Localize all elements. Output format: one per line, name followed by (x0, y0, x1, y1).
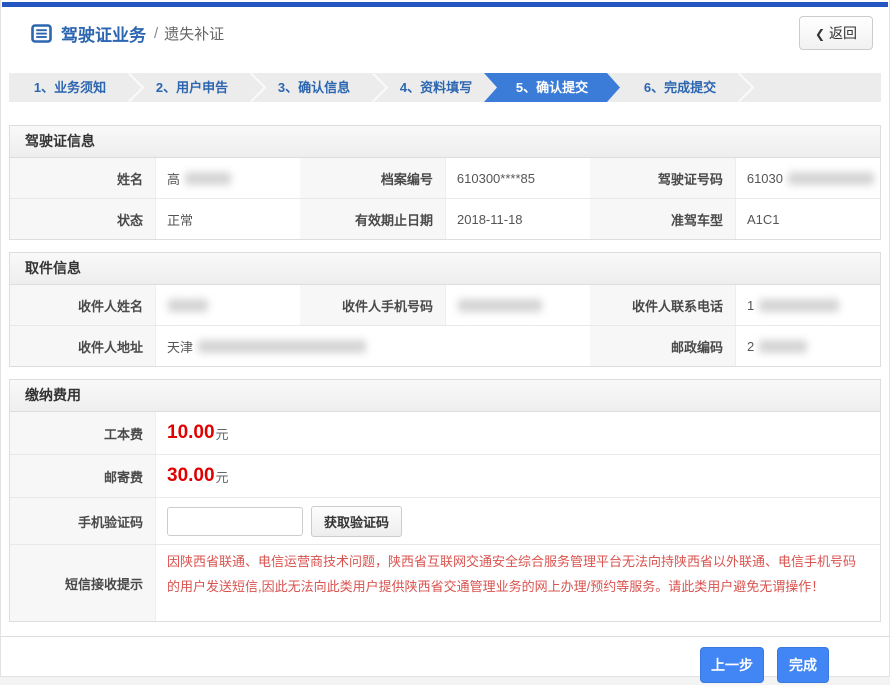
sms-notice-label: 短信接收提示 (10, 545, 155, 621)
sms-code-label: 手机验证码 (10, 498, 155, 544)
license-number-label: 驾驶证号码 (590, 158, 735, 198)
postage-fee-value: 30.00元 (155, 455, 880, 497)
file-number-label: 档案编号 (300, 158, 445, 198)
table-row: 收件人地址 天津 邮政编码 2 (10, 325, 880, 366)
name-value: 高 (155, 158, 300, 198)
recipient-name-value (155, 285, 300, 325)
production-fee-amount: 10.00 (167, 422, 215, 444)
status-value: 正常 (155, 199, 300, 239)
redacted-recipient-name (168, 299, 208, 312)
table-row: 收件人姓名 收件人手机号码 收件人联系电话 1 (10, 285, 880, 325)
vehicle-class-value: A1C1 (735, 199, 880, 239)
section-payment: 缴纳费用 工本费 10.00元 邮寄费 30.00元 手机验证码 获取验证码 短… (9, 379, 881, 622)
back-button-label: 返回 (829, 25, 857, 41)
recipient-address-label: 收件人地址 (10, 326, 155, 366)
table-row: 状态 正常 有效期止日期 2018-11-18 准驾车型 A1C1 (10, 198, 880, 239)
recipient-phone-value: 1 (735, 285, 880, 325)
chevron-left-icon: ❮ (815, 27, 825, 41)
step-1-business-notice: 1、业务须知 (9, 73, 131, 102)
sms-code-field-group: 获取验证码 (155, 498, 880, 544)
section-title-license: 驾驶证信息 (10, 126, 880, 158)
postage-fee-unit: 元 (216, 467, 229, 486)
page-container: 驾驶证业务 / 遗失补证 ❮ 返回 1、业务须知 2、用户申告 3、确认信息 4、… (0, 0, 890, 677)
back-button[interactable]: ❮ 返回 (799, 16, 873, 50)
section-pickup-info: 取件信息 收件人姓名 收件人手机号码 收件人联系电话 1 收件人地址 天津 邮政… (9, 252, 881, 367)
sms-notice-row: 短信接收提示 因陕西省联通、电信运营商技术问题，陕西省互联网交通安全综合服务管理… (10, 544, 880, 621)
recipient-phone-label: 收件人联系电话 (590, 285, 735, 325)
production-fee-value: 10.00元 (155, 412, 880, 454)
recipient-address-value: 天津 (155, 326, 590, 366)
status-label: 状态 (10, 199, 155, 239)
finish-button[interactable]: 完成 (777, 647, 829, 683)
expiry-date-label: 有效期止日期 (300, 199, 445, 239)
step-3-confirm-info: 3、确认信息 (253, 73, 375, 102)
fee-row: 邮寄费 30.00元 (10, 454, 880, 497)
step-6-complete-submit: 6、完成提交 (619, 73, 741, 102)
production-fee-label: 工本费 (10, 412, 155, 454)
redacted-license-number (788, 172, 874, 185)
fee-row: 工本费 10.00元 (10, 412, 880, 454)
name-label: 姓名 (10, 158, 155, 198)
step-2-user-declaration: 2、用户申告 (131, 73, 253, 102)
sms-notice-value: 因陕西省联通、电信运营商技术问题，陕西省互联网交通安全综合服务管理平台无法向持陕… (155, 545, 880, 621)
page-title: 驾驶证业务 (61, 21, 146, 46)
section-license-info: 驾驶证信息 姓名 高 档案编号 610300****85 驾驶证号码 61030… (9, 125, 881, 240)
breadcrumb-divider: / (154, 25, 158, 42)
breadcrumb-current: 遗失补证 (164, 23, 224, 44)
redacted-recipient-mobile (458, 299, 542, 312)
sms-warning-text: 因陕西省联通、电信运营商技术问题，陕西省互联网交通安全综合服务管理平台无法向持陕… (167, 549, 874, 599)
list-icon (31, 23, 52, 44)
section-title-payment: 缴纳费用 (10, 380, 880, 412)
section-title-pickup: 取件信息 (10, 253, 880, 285)
file-number-value: 610300****85 (445, 158, 590, 198)
postage-fee-label: 邮寄费 (10, 455, 155, 497)
get-sms-code-button[interactable]: 获取验证码 (311, 506, 402, 537)
footer-actions: 上一步 完成 (1, 637, 889, 683)
expiry-date-value: 2018-11-18 (445, 199, 590, 239)
production-fee-unit: 元 (216, 424, 229, 443)
redacted-recipient-address (198, 340, 366, 353)
step-5-confirm-submit-active: 5、确认提交 (484, 73, 620, 102)
recipient-name-label: 收件人姓名 (10, 285, 155, 325)
redacted-recipient-phone (759, 299, 839, 312)
recipient-mobile-label: 收件人手机号码 (300, 285, 445, 325)
previous-step-button[interactable]: 上一步 (700, 647, 764, 683)
vehicle-class-label: 准驾车型 (590, 199, 735, 239)
captcha-row: 手机验证码 获取验证码 (10, 497, 880, 544)
recipient-mobile-value (445, 285, 590, 325)
redacted-name (185, 172, 231, 185)
zip-code-value: 2 (735, 326, 880, 366)
step-wizard: 1、业务须知 2、用户申告 3、确认信息 4、资料填写 5、确认提交 6、完成提… (9, 73, 881, 102)
table-row: 姓名 高 档案编号 610300****85 驾驶证号码 61030 (10, 158, 880, 198)
sms-code-input[interactable] (167, 507, 303, 536)
license-number-value: 61030 (735, 158, 880, 198)
step-4-fill-materials: 4、资料填写 (375, 73, 497, 102)
zip-code-label: 邮政编码 (590, 326, 735, 366)
postage-fee-amount: 30.00 (167, 465, 215, 487)
page-header: 驾驶证业务 / 遗失补证 ❮ 返回 (1, 7, 889, 59)
redacted-zip-code (759, 340, 807, 353)
